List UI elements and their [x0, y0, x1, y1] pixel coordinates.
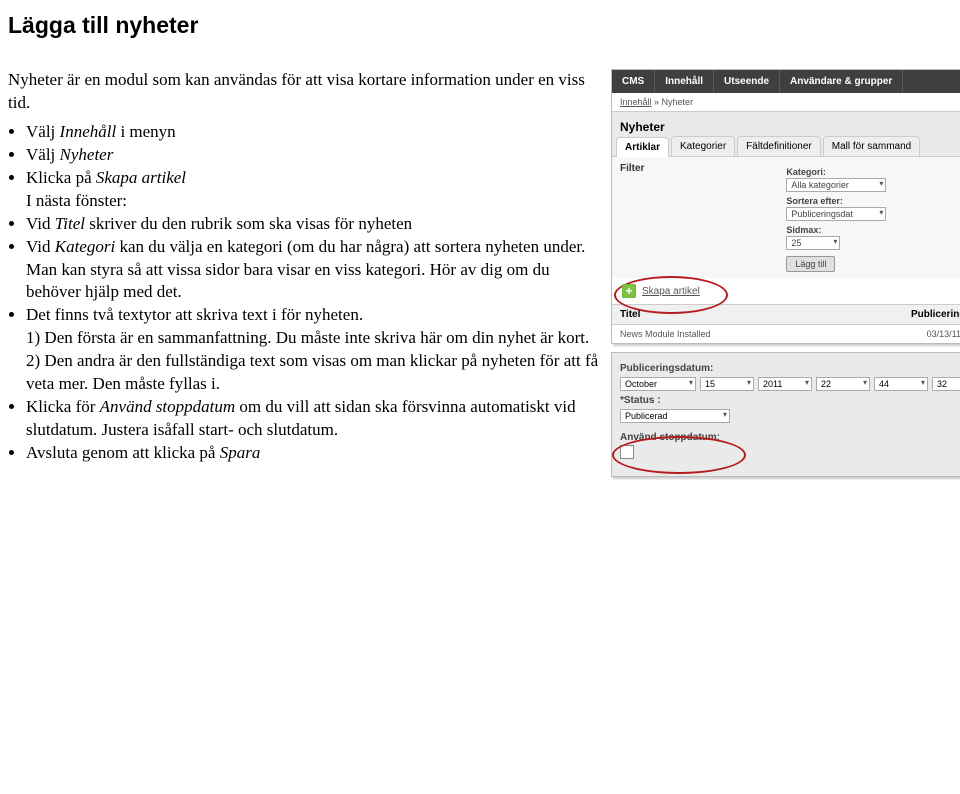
nav-cms[interactable]: CMS: [612, 70, 655, 93]
crumb-innehall[interactable]: Innehåll: [620, 97, 652, 107]
plus-icon: +: [622, 284, 636, 298]
row-date: 03/13/11 09:47: [927, 329, 960, 339]
cms-screenshot-bottom: Publiceringsdatum: October 15 2011 22 44…: [611, 352, 960, 477]
hour-select[interactable]: 22: [816, 377, 870, 391]
pubdate-label: Publiceringsdatum:: [620, 363, 960, 374]
filter-label: Filter: [620, 163, 786, 174]
th-titel: Titel: [620, 309, 911, 320]
instruction-list: Välj Innehåll i menyn Välj Nyheter Klick…: [8, 121, 603, 465]
nav-users[interactable]: Användare & grupper: [780, 70, 903, 93]
status-label: *Status :: [620, 395, 960, 406]
day-select[interactable]: 15: [700, 377, 754, 391]
nav-innehall[interactable]: Innehåll: [655, 70, 714, 93]
skapa-artikel-row: + Skapa artikel: [612, 278, 960, 304]
list-item: Klicka på Skapa artikel I nästa fönster:: [26, 167, 603, 213]
row-title: News Module Installed: [620, 329, 927, 339]
sidmax-label: Sidmax:: [786, 225, 960, 235]
table-header: Titel Publiceringsdat: [612, 304, 960, 325]
table-row[interactable]: News Module Installed 03/13/11 09:47: [612, 325, 960, 343]
kategori-label: Kategori:: [786, 167, 960, 177]
second-select[interactable]: 32: [932, 377, 960, 391]
sort-select[interactable]: Publiceringsdat: [786, 207, 886, 221]
tab-bar: Artiklar Kategorier Fältdefinitioner Mal…: [612, 136, 960, 157]
year-select[interactable]: 2011: [758, 377, 812, 391]
tab-mall[interactable]: Mall för sammand: [823, 136, 920, 156]
list-item: Vid Kategori kan du välja en kategori (o…: [26, 236, 603, 305]
sidmax-select[interactable]: 25: [786, 236, 840, 250]
kategori-select[interactable]: Alla kategorier: [786, 178, 886, 192]
cms-screenshot-top: CMS Innehåll Utseende Användare & gruppe…: [611, 69, 960, 344]
cms-nav: CMS Innehåll Utseende Användare & gruppe…: [612, 70, 960, 93]
sort-label: Sortera efter:: [786, 196, 960, 206]
tab-kategorier[interactable]: Kategorier: [671, 136, 735, 156]
text-column: Nyheter är en modul som kan användas för…: [8, 69, 611, 465]
nav-utseende[interactable]: Utseende: [714, 70, 780, 93]
list-item: Välj Nyheter: [26, 144, 603, 167]
tab-artiklar[interactable]: Artiklar: [616, 137, 669, 157]
list-item: Avsluta genom att klicka på Spara: [26, 442, 603, 465]
list-item: Klicka för Använd stoppdatum om du vill …: [26, 396, 603, 442]
th-pubdate: Publiceringsdat: [911, 309, 960, 320]
breadcrumb: Innehåll » Nyheter: [612, 93, 960, 112]
month-select[interactable]: October: [620, 377, 696, 391]
skapa-artikel-link[interactable]: Skapa artikel: [642, 286, 700, 297]
stopdate-checkbox[interactable]: [620, 445, 634, 459]
tab-faltdef[interactable]: Fältdefinitioner: [737, 136, 821, 156]
minute-select[interactable]: 44: [874, 377, 928, 391]
lagg-till-button[interactable]: Lägg till: [786, 256, 835, 272]
page-title: Lägga till nyheter: [8, 12, 952, 39]
stopdate-label: Använd stoppdatum:: [620, 432, 960, 443]
intro-paragraph: Nyheter är en modul som kan användas för…: [8, 69, 603, 115]
section-title: Nyheter: [612, 112, 960, 136]
status-select[interactable]: Publicerad: [620, 409, 730, 423]
list-item: Vid Titel skriver du den rubrik som ska …: [26, 213, 603, 236]
list-item: Det finns två textytor att skriva text i…: [26, 304, 603, 396]
list-item: Välj Innehåll i menyn: [26, 121, 603, 144]
screenshot-column: CMS Innehåll Utseende Användare & gruppe…: [611, 69, 960, 485]
